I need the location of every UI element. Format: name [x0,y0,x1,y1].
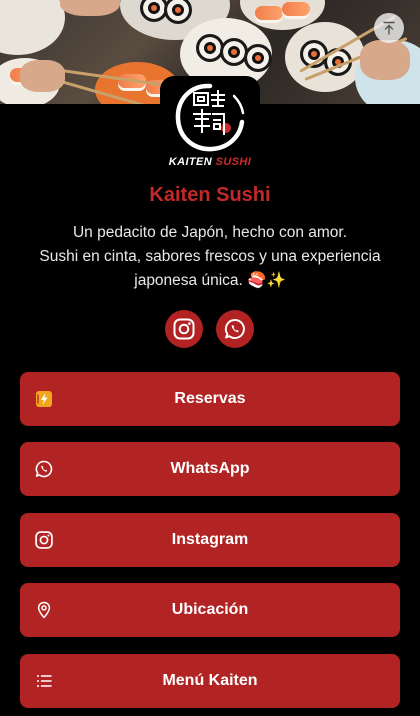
logo-text-sushi: SUSHI [215,156,252,168]
social-instagram-button[interactable] [165,310,203,348]
link-label: Reservas [174,390,246,407]
enso-logo-icon [175,83,245,152]
profile-name: Kaiten Sushi [149,184,271,206]
link-label: WhatsApp [170,460,250,477]
link-button-whatsapp[interactable]: WhatsApp [20,442,400,496]
arrow-up-icon [383,21,395,35]
link-button-ubicacion[interactable]: Ubicación [20,583,400,637]
instagram-icon [173,318,195,340]
link-label: Instagram [171,531,249,548]
link-label: Menú Kaiten [162,672,258,689]
scroll-to-top-button[interactable] [374,13,404,43]
social-whatsapp-button[interactable] [216,310,254,348]
profile-bio: Un pedacito de Japón, hecho con amor. Su… [20,221,400,293]
logo-wordmark: KAITEN SUSHI [160,156,260,168]
link-button-reservas[interactable]: Reservas [20,372,400,426]
logo-text-kaiten: KAITEN [168,156,213,168]
link-button-menu-kaiten[interactable]: Menú Kaiten [20,654,400,708]
link-label: Ubicación [171,601,249,618]
profile-bio-text: Un pedacito de Japón, hecho con amor. Su… [39,224,381,289]
whatsapp-icon [224,319,245,339]
profile-logo: KAITEN SUSHI [160,76,260,170]
link-button-instagram[interactable]: Instagram [20,513,400,567]
